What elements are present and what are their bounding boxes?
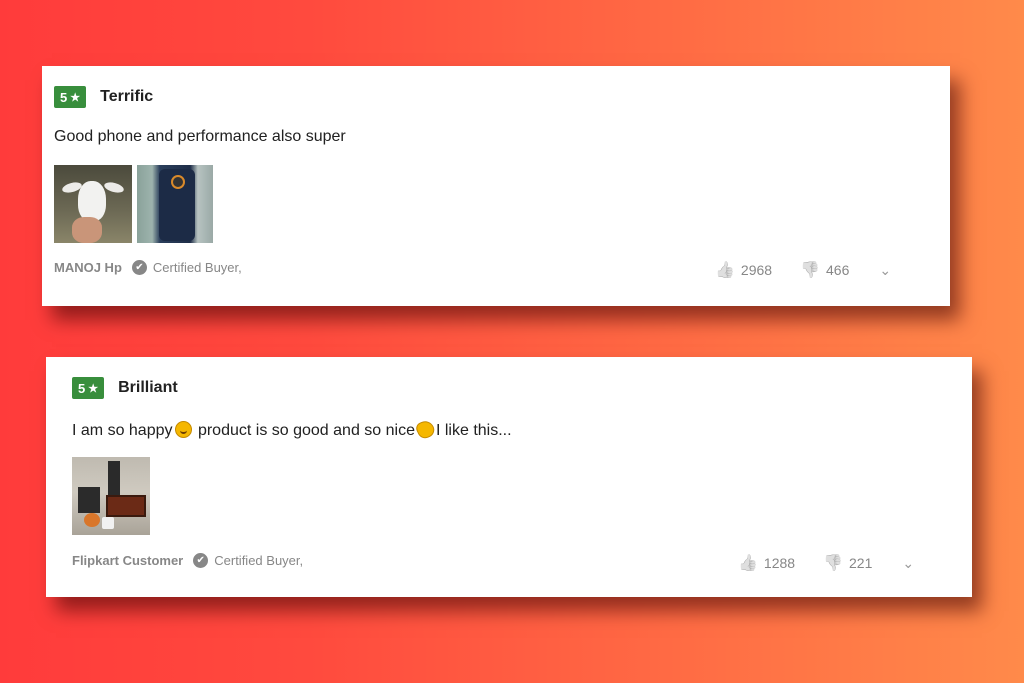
review-card: 5 ★ Brilliant I am so happy product is s…: [46, 357, 972, 597]
rating-badge: 5 ★: [54, 86, 87, 108]
review-author: Flipkart Customer: [72, 553, 184, 568]
review-title: Brilliant: [118, 379, 178, 396]
review-title: Terrific: [100, 88, 154, 105]
review-votes: 👍 1288 👎 221 ⌄: [738, 553, 914, 573]
thumbs-down-icon[interactable]: 👎: [800, 260, 820, 280]
certified-buyer-label: Certified Buyer,: [214, 553, 304, 568]
star-icon: ★: [70, 91, 81, 104]
chevron-down-icon[interactable]: ⌄: [902, 555, 914, 572]
review-header: 5 ★ Brilliant: [72, 377, 178, 399]
certified-buyer-label: Certified Buyer,: [152, 260, 242, 275]
upvote-count: 2968: [740, 262, 773, 278]
review-image-phone[interactable]: [137, 165, 213, 243]
clap-emoji-icon: [414, 418, 437, 441]
rating-badge: 5 ★: [72, 377, 105, 399]
rating-value: 5: [60, 89, 68, 105]
chevron-down-icon[interactable]: ⌄: [879, 262, 891, 279]
review-text-part: I like this...: [435, 422, 512, 439]
review-meta: MANOJ Hp ✔ Certified Buyer,: [54, 260, 242, 275]
review-images: [54, 165, 213, 243]
rating-value: 5: [78, 380, 86, 396]
review-image-goat[interactable]: [54, 165, 132, 243]
thumbs-down-icon[interactable]: 👎: [823, 553, 843, 573]
star-icon: ★: [88, 382, 99, 395]
review-text-part: I am so happy: [72, 422, 173, 439]
review-text: I am so happy product is so good and so …: [72, 418, 512, 441]
review-images: [72, 457, 150, 535]
review-text: Good phone and performance also super: [54, 128, 346, 145]
downvote-count: 221: [849, 555, 873, 571]
thumbs-up-icon[interactable]: 👍: [738, 553, 758, 573]
verified-check-icon: ✔: [193, 553, 209, 568]
upvote-count: 1288: [763, 555, 796, 571]
thumbs-up-icon[interactable]: 👍: [715, 260, 735, 280]
review-text-part: product is so good and so nice: [193, 422, 415, 439]
smile-emoji-icon: [174, 421, 192, 438]
verified-check-icon: ✔: [131, 260, 147, 275]
review-image-speaker-box[interactable]: [72, 457, 150, 535]
review-card: 5 ★ Terrific Good phone and performance …: [42, 66, 950, 306]
review-meta: Flipkart Customer ✔ Certified Buyer,: [72, 553, 303, 568]
review-author: MANOJ Hp: [54, 260, 122, 275]
review-header: 5 ★ Terrific: [54, 86, 153, 108]
downvote-count: 466: [826, 262, 850, 278]
review-votes: 👍 2968 👎 466 ⌄: [715, 260, 891, 280]
